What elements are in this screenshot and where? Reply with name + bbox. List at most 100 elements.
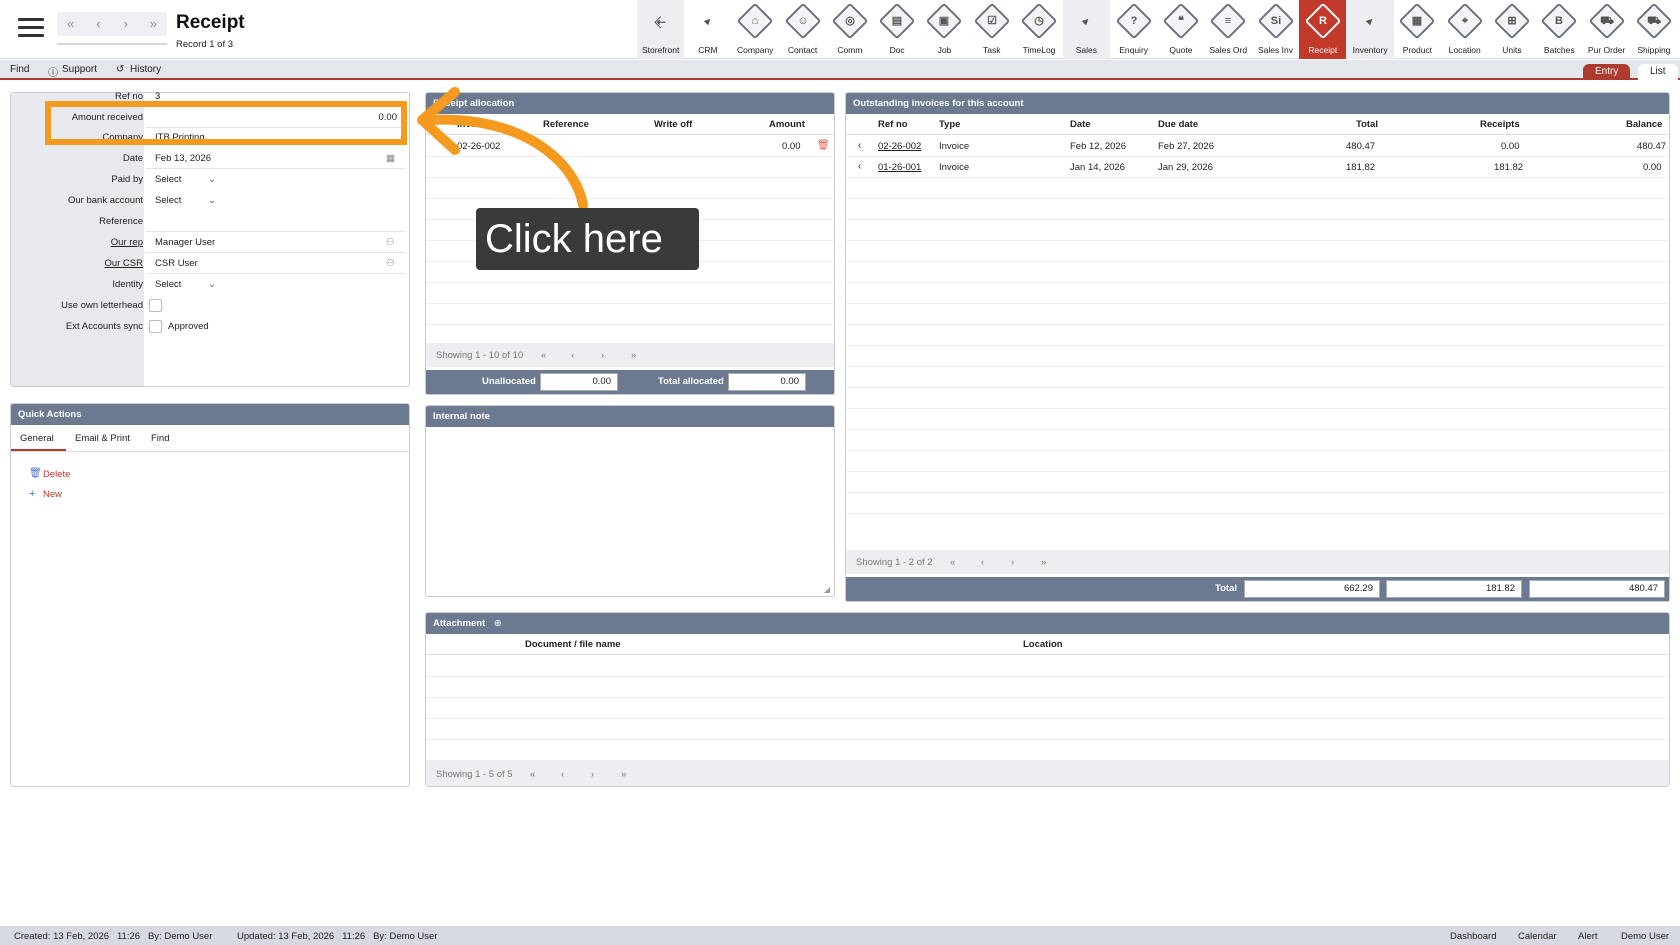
module-sales-ord[interactable]: ≡ Sales Ord <box>1205 0 1252 59</box>
chevron-down-icon[interactable]: ⌄ <box>208 174 216 185</box>
identity-row: Identity Select ⌄ <box>11 275 411 295</box>
last-record-button[interactable]: » <box>140 12 168 36</box>
module-job[interactable]: ▣ Job <box>921 0 968 59</box>
sales-ord-icon: ≡ <box>1209 2 1247 40</box>
tab-entry[interactable]: Entry <box>1583 64 1631 80</box>
invoice-link[interactable]: 01-26-001 <box>878 162 921 173</box>
trash-icon[interactable]: 🗑 <box>29 468 42 479</box>
next-page-button[interactable]: › <box>591 769 594 780</box>
module-pur-order[interactable]: ⛟ Pur Order <box>1583 0 1630 59</box>
column-total: Total <box>1356 119 1378 130</box>
new-button[interactable]: New <box>43 489 62 500</box>
plus-icon[interactable]: + <box>29 488 35 500</box>
add-attachment-icon[interactable]: ⊕ <box>494 618 502 629</box>
our-rep-label[interactable]: Our rep <box>111 237 143 248</box>
alert-link[interactable]: Alert <box>1578 931 1598 942</box>
delete-button[interactable]: Delete <box>43 469 70 480</box>
chevron-down-icon[interactable]: ⌄ <box>208 279 216 290</box>
paid-by-select[interactable]: Select <box>155 174 181 185</box>
previous-page-button[interactable]: ‹ <box>571 350 574 361</box>
module-crm[interactable]: ▸ CRM <box>684 0 731 59</box>
module-comm[interactable]: ◎ Comm <box>826 0 873 59</box>
letterhead-checkbox[interactable] <box>149 299 162 312</box>
calendar-icon[interactable]: ▦ <box>386 153 395 164</box>
calendar-link[interactable]: Calendar <box>1518 931 1557 942</box>
history-button[interactable]: History <box>130 64 161 75</box>
module-units[interactable]: ⊞ Units <box>1488 0 1535 59</box>
module-timelog[interactable]: ◷ TimeLog <box>1015 0 1062 59</box>
module-label: Shipping <box>1637 45 1671 55</box>
module-label: Receipt <box>1308 45 1338 55</box>
storefront-icon: ⇱ <box>653 15 669 31</box>
tab-find[interactable]: Find <box>151 433 169 444</box>
dashboard-link[interactable]: Dashboard <box>1450 931 1496 942</box>
next-page-button[interactable]: › <box>1011 557 1014 568</box>
location-icon: ⌖ <box>1446 2 1484 40</box>
module-storefront[interactable]: ⇱ Storefront <box>637 0 685 59</box>
last-page-button[interactable]: » <box>621 769 626 780</box>
module-receipt[interactable]: R Receipt <box>1299 0 1347 59</box>
trash-icon[interactable]: 🗑 <box>817 140 830 151</box>
module-product[interactable]: ▦ Product <box>1394 0 1441 59</box>
internal-note-textarea[interactable] <box>428 429 832 594</box>
module-sales-inv[interactable]: Si Sales Inv <box>1252 0 1299 59</box>
previous-page-button[interactable]: ‹ <box>981 557 984 568</box>
module-doc[interactable]: ▤ Doc <box>873 0 920 59</box>
bank-account-select[interactable]: Select <box>155 195 181 206</box>
support-button[interactable]: Support <box>62 64 97 75</box>
chevron-down-icon[interactable]: ⌄ <box>208 195 216 206</box>
identity-select[interactable]: Select <box>155 279 181 290</box>
our-rep-field[interactable]: Manager User <box>155 237 215 248</box>
find-button[interactable]: Find <box>10 64 29 75</box>
module-task[interactable]: ☑ Task <box>968 0 1015 59</box>
date-field[interactable]: Feb 13, 2026 <box>155 153 211 164</box>
approved-checkbox[interactable] <box>149 320 162 333</box>
allocate-arrow-icon[interactable]: ‹ <box>858 161 861 172</box>
next-record-button[interactable]: › <box>112 12 140 36</box>
tab-email-print[interactable]: Email & Print <box>75 433 130 444</box>
module-shipping[interactable]: ⛟ Shipping <box>1630 0 1677 59</box>
our-csr-field[interactable]: CSR User <box>155 258 198 269</box>
last-page-button[interactable]: » <box>631 350 636 361</box>
module-enquiry[interactable]: ? Enquiry <box>1110 0 1157 59</box>
module-location[interactable]: ⌖ Location <box>1441 0 1488 59</box>
tab-list[interactable]: List <box>1638 64 1678 80</box>
attachment-header-row: Document / file name Location <box>426 634 1669 655</box>
table-row[interactable]: ‹ 02-26-002 Invoice Feb 12, 2026 Feb 27,… <box>846 136 1669 157</box>
user-icon[interactable]: ⚇ <box>386 237 395 248</box>
previous-record-button[interactable]: ‹ <box>85 12 113 36</box>
last-page-button[interactable]: » <box>1041 557 1046 568</box>
tab-general[interactable]: General <box>20 433 54 444</box>
our-csr-label[interactable]: Our CSR <box>104 258 143 269</box>
comm-icon: ◎ <box>831 2 869 40</box>
module-contact[interactable]: ☺ Contact <box>779 0 826 59</box>
module-label: Pur Order <box>1587 45 1626 55</box>
our-csr-row: Our CSR CSR User ⚇ <box>11 254 411 274</box>
previous-page-button[interactable]: ‹ <box>561 769 564 780</box>
invoice-balance: 0.00 <box>1643 162 1662 173</box>
accounts-sync-label: Ext Accounts sync <box>65 321 143 332</box>
contact-icon: ☺ <box>784 2 821 40</box>
next-page-button[interactable]: › <box>601 350 604 361</box>
first-page-button[interactable]: « <box>530 769 535 780</box>
module-sales[interactable]: ▸ Sales <box>1062 0 1110 59</box>
module-label: Contact <box>787 45 818 55</box>
user-menu-link[interactable]: Demo User <box>1621 931 1669 942</box>
module-batches[interactable]: B Batches <box>1536 0 1583 59</box>
allocate-arrow-icon[interactable]: ‹ <box>858 140 861 151</box>
first-page-button[interactable]: « <box>541 350 546 361</box>
module-quote[interactable]: ❝ Quote <box>1157 0 1204 59</box>
invoice-link[interactable]: 02-26-002 <box>878 141 921 152</box>
first-page-button[interactable]: « <box>950 557 955 568</box>
table-row[interactable]: ‹ 01-26-001 Invoice Jan 14, 2026 Jan 29,… <box>846 157 1669 178</box>
module-inventory[interactable]: ▸ Inventory <box>1346 0 1394 59</box>
user-icon[interactable]: ⚇ <box>386 258 395 269</box>
module-company[interactable]: ⌂ Company <box>732 0 779 59</box>
allocation-amount[interactable]: 0.00 <box>782 141 801 152</box>
date-label: Date <box>122 153 143 164</box>
invoice-date: Jan 14, 2026 <box>1070 162 1125 173</box>
resize-handle-icon[interactable]: ◢ <box>824 585 830 594</box>
first-record-button[interactable]: « <box>57 12 85 36</box>
column-balance: Balance <box>1626 119 1663 130</box>
menu-icon[interactable] <box>18 18 44 38</box>
